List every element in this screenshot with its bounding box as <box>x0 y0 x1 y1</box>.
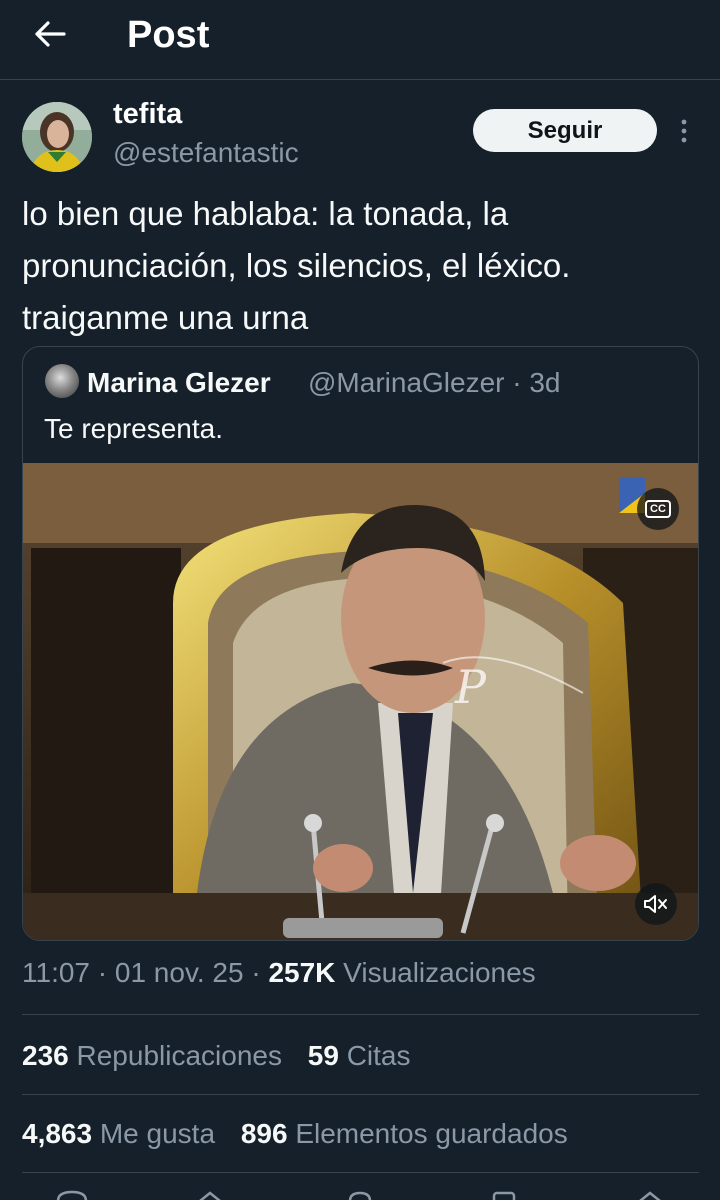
profile-photo <box>22 102 92 172</box>
reposts-label: Republicaciones <box>76 1040 282 1071</box>
more-vertical-icon <box>681 119 687 143</box>
top-bar: Post <box>0 0 720 80</box>
quotes-count: 59 <box>307 1040 339 1071</box>
captions-button[interactable]: CC <box>637 488 679 530</box>
divider <box>22 1014 699 1015</box>
author-display-name[interactable]: tefita <box>113 98 182 131</box>
more-options-button[interactable] <box>672 116 696 146</box>
quotes-label: Citas <box>346 1040 411 1071</box>
bookmarks-stat[interactable]: 896 Elementos guardados <box>241 1118 568 1149</box>
tweet-line: traiganme una urna <box>22 299 309 336</box>
reposts-count: 236 <box>22 1040 69 1071</box>
likes-stat[interactable]: 4,863 Me gusta <box>22 1118 223 1149</box>
divider <box>22 1094 699 1095</box>
likes-label: Me gusta <box>99 1118 216 1149</box>
engagement-stats-row: 4,863 Me gusta 896 Elementos guardados <box>22 1118 586 1150</box>
divider <box>22 1172 699 1173</box>
cc-icon: CC <box>645 500 671 518</box>
back-button[interactable] <box>30 16 70 52</box>
mute-button[interactable] <box>635 883 677 925</box>
bookmarks-count: 896 <box>240 1118 288 1149</box>
quote-author-name: Marina Glezer <box>87 367 271 398</box>
tweet-text: lo bien que hablaba: la tonada, la pronu… <box>22 188 702 344</box>
author-handle[interactable]: @estefantastic <box>113 137 299 169</box>
quote-avatar <box>45 364 79 398</box>
post-meta: 11:07 · 01 nov. 25 · 257K Visualizacione… <box>22 957 536 989</box>
views-count: 257K <box>268 957 336 988</box>
quote-handle-time: @MarinaGlezer · 3d <box>308 367 561 398</box>
video-frame: P <box>23 463 698 940</box>
post-timestamp[interactable]: 11:07 · 01 nov. 25 · <box>22 957 268 988</box>
quote-text: Te representa. <box>44 413 223 444</box>
video-player[interactable]: P CC <box>23 463 698 940</box>
action-bar <box>0 1188 720 1200</box>
quoted-post[interactable]: Marina Glezer @MarinaGlezer · 3d Te repr… <box>22 346 699 941</box>
page-title: Post <box>127 14 210 56</box>
follow-button[interactable]: Seguir <box>473 109 657 152</box>
svg-text:P: P <box>454 660 487 714</box>
avatar[interactable] <box>22 102 92 172</box>
tweet-line: pronunciación, los silencios, el léxico. <box>22 247 571 284</box>
tweet-line: lo bien que hablaba: la tonada, la <box>22 195 509 232</box>
quotes-stat[interactable]: 59 Citas <box>308 1040 411 1071</box>
bookmarks-label: Elementos guardados <box>295 1118 568 1149</box>
reposts-stat[interactable]: 236 Republicaciones <box>22 1040 290 1071</box>
likes-count: 4,863 <box>22 1118 93 1149</box>
action-icons-partial <box>56 1190 661 1200</box>
engagement-stats-row: 236 Republicaciones 59 Citas <box>22 1040 428 1072</box>
arrow-left-icon <box>35 21 66 47</box>
views-label: Visualizaciones <box>343 957 536 988</box>
speaker-muted-icon <box>644 895 667 913</box>
